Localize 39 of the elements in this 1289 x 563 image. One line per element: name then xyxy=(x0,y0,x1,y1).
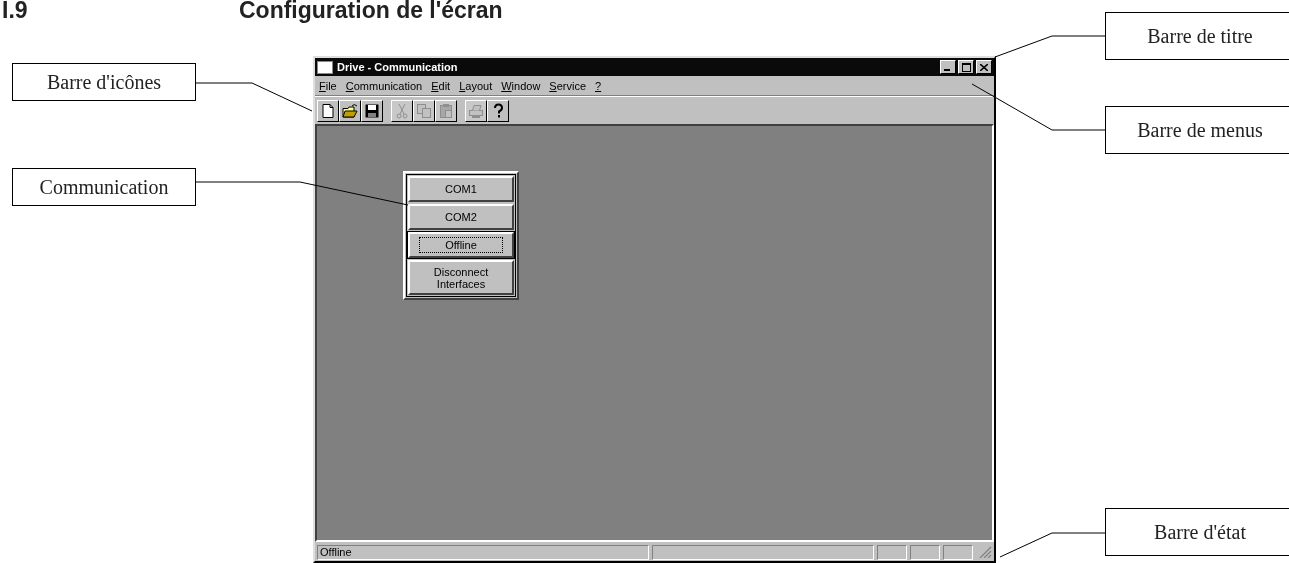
maximize-button[interactable] xyxy=(958,60,974,74)
menu-item[interactable]: Service xyxy=(549,79,587,92)
panel-button[interactable]: Offline xyxy=(408,232,514,258)
section-number: I.9 xyxy=(1,0,29,20)
status-panel xyxy=(943,544,973,560)
resize-grip-icon xyxy=(978,546,992,558)
folder-icon xyxy=(342,102,358,119)
window-icon xyxy=(317,60,333,74)
callout-label: Barre d'icônes xyxy=(12,63,196,101)
menu-item[interactable]: File xyxy=(319,79,337,92)
menu-item[interactable]: Communication xyxy=(345,79,423,92)
minimize-button[interactable] xyxy=(940,60,956,74)
clipboard-icon xyxy=(438,102,454,119)
toolbar-button[interactable] xyxy=(487,99,509,122)
callout-label: Barre d'état xyxy=(1105,508,1289,556)
panel-button[interactable]: COM1 xyxy=(408,176,514,202)
panel-button[interactable]: Disconnect Interfaces xyxy=(408,260,514,295)
status-panel xyxy=(877,544,907,560)
toolbar-button[interactable] xyxy=(317,99,339,122)
status-panel xyxy=(910,544,940,560)
scissors-icon xyxy=(394,102,410,119)
menu-item[interactable]: Edit xyxy=(431,79,451,92)
maximize-icon xyxy=(961,62,971,72)
toolbar-button[interactable] xyxy=(361,99,383,122)
close-icon xyxy=(980,63,988,71)
window-title: Drive - Communication xyxy=(337,61,459,73)
callout-label: Barre de menus xyxy=(1105,106,1289,154)
toolbar-button[interactable] xyxy=(339,99,361,122)
status-text: Offline xyxy=(317,544,649,560)
printer-icon xyxy=(468,102,484,119)
menu-item[interactable]: Window xyxy=(501,79,541,92)
close-button[interactable] xyxy=(976,60,992,74)
callout-label: Communication xyxy=(12,168,196,206)
menu-item[interactable]: Layout xyxy=(459,79,493,92)
callout-label: Barre de titre xyxy=(1105,12,1289,60)
new-file-icon xyxy=(320,102,336,119)
panel-button[interactable]: COM2 xyxy=(408,204,514,230)
copy-icon xyxy=(416,102,432,119)
menu-item[interactable]: ? xyxy=(595,79,602,92)
